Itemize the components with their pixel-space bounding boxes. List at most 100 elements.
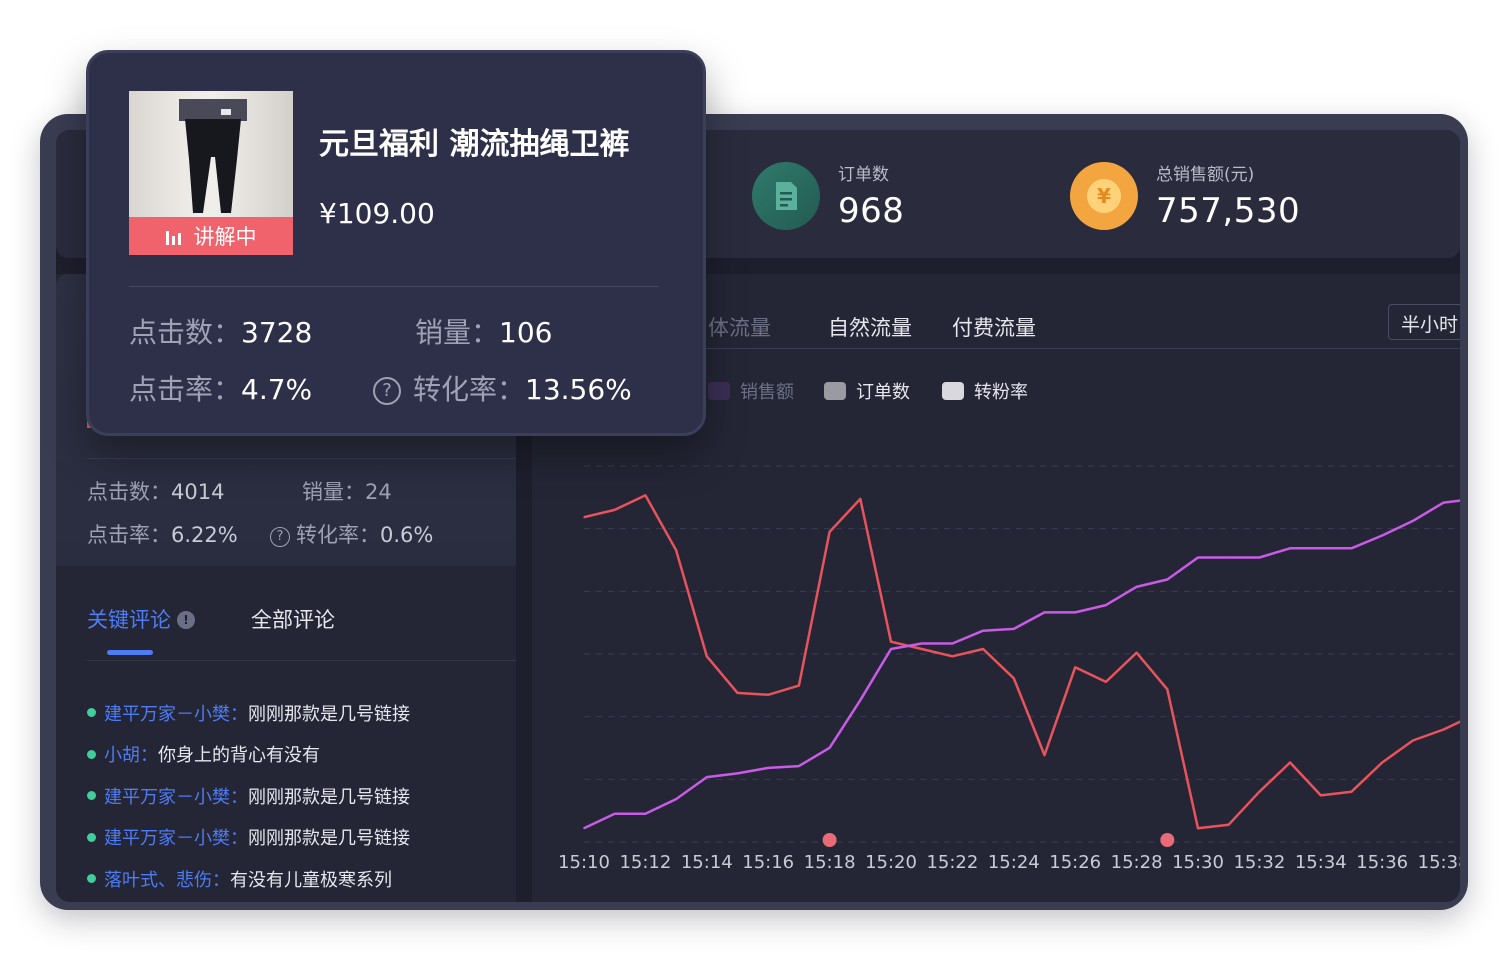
data-point xyxy=(951,642,954,645)
card-ctr-value: 4.7% xyxy=(241,373,313,406)
help-icon[interactable]: ? xyxy=(270,527,290,547)
comment-text: 刚刚那款是几号链接 xyxy=(248,703,410,725)
data-point xyxy=(828,747,831,749)
x-tick-label: 15:14 xyxy=(681,852,733,873)
comment-item[interactable]: 小胡：你身上的背心有没有 xyxy=(87,734,410,776)
x-tick-label: 15:32 xyxy=(1233,852,1285,873)
comment-user[interactable]: 建平万家－小樊 xyxy=(104,700,230,726)
x-tick-label: 15:24 xyxy=(988,852,1040,873)
data-point xyxy=(613,509,616,511)
data-point xyxy=(890,640,892,643)
comment-text: 刚刚那款是几号链接 xyxy=(248,828,410,850)
data-point xyxy=(644,494,647,497)
series-line-0 xyxy=(583,494,1460,830)
data-point xyxy=(1135,651,1138,654)
comment-user[interactable]: 落叶式、悲伤 xyxy=(104,866,212,892)
data-point xyxy=(1197,827,1199,830)
comment-text: 有没有儿童极寒系列 xyxy=(230,869,392,891)
data-point xyxy=(982,648,984,650)
help-icon[interactable]: ? xyxy=(373,377,401,405)
status-dot xyxy=(87,749,96,759)
card-cvr: ? 转化率：13.56% xyxy=(373,368,632,408)
comment-item[interactable]: 建平万家－小樊：刚刚那款是几号链接 xyxy=(87,692,410,734)
data-point xyxy=(1043,754,1046,756)
data-point xyxy=(1013,628,1015,630)
comment-item[interactable]: 建平万家－小樊：刚刚那款是几号链接 xyxy=(87,775,410,817)
card-ctr-label: 点击率： xyxy=(129,373,242,406)
data-point xyxy=(1350,790,1353,793)
sales-metric-label: 销量： xyxy=(302,480,365,504)
status-dot xyxy=(87,874,96,884)
comment-item[interactable]: 落叶式、悲伤：有没有儿童极寒系列 xyxy=(87,858,410,900)
data-point xyxy=(1074,666,1076,669)
x-tick-label: 15:28 xyxy=(1111,852,1163,873)
x-tick-label: 15:30 xyxy=(1172,852,1224,873)
data-point xyxy=(951,655,954,658)
data-point xyxy=(1105,681,1107,683)
cvr-metric: ? 转化率：0.6% xyxy=(270,519,433,549)
card-cvr-value: 13.56% xyxy=(525,373,632,406)
data-point xyxy=(1412,520,1414,522)
card-sales-value: 106 xyxy=(499,316,553,349)
status-dot xyxy=(87,832,96,842)
comment-list: 建平万家－小樊：刚刚那款是几号链接 小胡：你身上的背心有没有 建平万家－小樊：刚… xyxy=(87,692,410,900)
x-tick-label: 15:10 xyxy=(558,852,610,873)
tab-all-comments[interactable]: 全部评论 xyxy=(251,604,335,634)
comment-user[interactable]: 建平万家－小樊 xyxy=(104,783,230,809)
clicks-metric: 点击数：4014 xyxy=(87,476,224,506)
product-title: 元旦福利 潮流抽绳卫裤 xyxy=(319,127,630,162)
tab-key-comments[interactable]: 关键评论! xyxy=(87,604,195,634)
data-point xyxy=(583,827,585,830)
product-card[interactable]: 讲解中 元旦福利 潮流抽绳卫裤 ¥109.00 点击数：3728 销量：106 … xyxy=(86,50,706,436)
data-point xyxy=(1013,677,1015,680)
comment-sep: ： xyxy=(230,786,248,808)
data-point xyxy=(1442,728,1445,731)
product-image: 讲解中 xyxy=(129,91,293,255)
data-point xyxy=(1258,556,1261,559)
comment-sep: ： xyxy=(230,703,248,725)
data-point xyxy=(1043,611,1046,614)
info-icon: ! xyxy=(177,611,195,629)
data-point xyxy=(1166,688,1169,691)
data-point xyxy=(1381,534,1383,537)
x-tick-label: 15:26 xyxy=(1049,852,1101,873)
sales-value: 757,530 xyxy=(1156,191,1301,231)
orders-value: 968 xyxy=(838,191,905,231)
data-point xyxy=(675,549,677,551)
data-point xyxy=(1227,556,1230,559)
comment-sep: ： xyxy=(212,869,230,891)
ctr-value: 6.22% xyxy=(171,523,238,547)
orders-label: 订单数 xyxy=(838,165,889,185)
data-point xyxy=(706,655,708,658)
card-clicks-value: 3728 xyxy=(241,316,313,349)
data-point xyxy=(1258,790,1261,793)
data-point xyxy=(1320,794,1322,797)
data-point xyxy=(767,767,769,769)
comment-user[interactable]: 建平万家－小樊 xyxy=(104,824,230,850)
card-cvr-label: 转化率： xyxy=(413,373,526,406)
data-point xyxy=(706,776,708,778)
data-point xyxy=(828,531,831,533)
cvr-label: 转化率： xyxy=(296,523,380,547)
data-point xyxy=(798,765,800,767)
data-point xyxy=(767,693,769,696)
divider xyxy=(129,286,659,287)
comment-tabs: 关键评论! 全部评论 xyxy=(87,604,516,660)
comment-item[interactable]: 建平万家－小樊：刚刚那款是几号链接 xyxy=(87,817,410,859)
x-tick-label: 15:22 xyxy=(926,852,978,873)
comment-text: 你身上的背心有没有 xyxy=(158,745,320,767)
live-tag-label: 讲解中 xyxy=(193,225,257,249)
data-point xyxy=(1350,547,1353,550)
card-sales: 销量：106 xyxy=(415,311,552,351)
card-ctr: 点击率：4.7% xyxy=(129,368,312,408)
card-sales-label: 销量： xyxy=(415,316,500,349)
x-tick-label: 15:38 xyxy=(1418,852,1460,873)
data-point xyxy=(1074,611,1076,614)
x-tick-label: 15:18 xyxy=(804,852,856,873)
comment-user[interactable]: 小胡 xyxy=(104,741,140,767)
data-point xyxy=(613,812,616,815)
sales-metric: 销量：24 xyxy=(302,476,392,506)
audio-bars-icon xyxy=(165,227,184,245)
data-point xyxy=(583,516,585,519)
clicks-label: 点击数： xyxy=(87,480,171,504)
